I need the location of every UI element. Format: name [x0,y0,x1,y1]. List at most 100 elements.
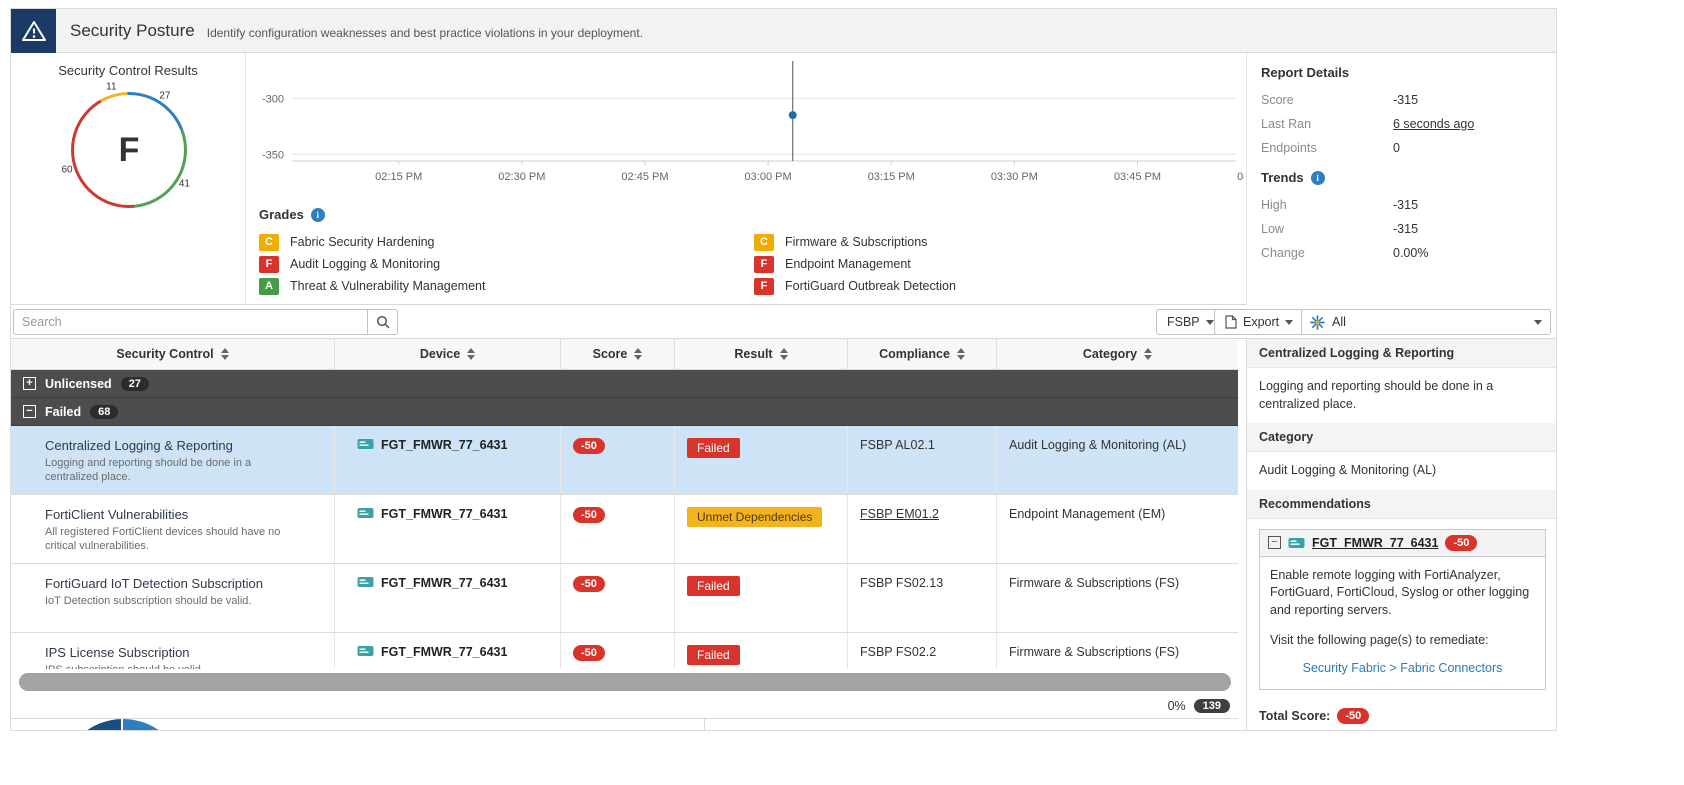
report-details-panel: Report Details Score -315 Last Ran 6 sec… [1246,53,1557,305]
security-controls-table: Security Control Device Score Result Com… [11,339,1238,669]
device-name: FGT_FMWR_77_6431 [381,576,507,590]
grade-donut-chart[interactable]: F 11274160 [54,75,204,225]
table-header: Security Control Device Score Result Com… [11,339,1238,370]
recommendation-card-header[interactable]: FGT_FMWR_77_6431 -50 [1260,530,1545,557]
security-fabric-icon [1310,315,1325,330]
export-dropdown-button[interactable]: Export [1214,309,1304,335]
report-endpoints-row: Endpoints 0 [1261,136,1544,160]
group-name: Failed [45,405,81,419]
search-input[interactable] [13,309,368,335]
total-score-row: Total Score: -50 [1247,702,1557,731]
device-name: FGT_FMWR_77_6431 [381,507,507,521]
details-description: Logging and reporting should be done in … [1247,368,1557,423]
control-title: IPS License Subscription [45,645,322,660]
category-label: Firmware & Subscriptions (FS) [1009,576,1179,590]
grade-item-threat-vulnerability-management: A Threat & Vulnerability Management [259,278,754,295]
scrollbar-thumb[interactable] [19,673,1231,691]
grade-item-firmware-subscriptions: C Firmware & Subscriptions [754,234,1244,251]
score-badge: -50 [573,645,605,661]
endpoints-label: Endpoints [1261,141,1393,155]
device-name: FGT_FMWR_77_6431 [381,438,507,452]
compliance-ref: FSBP FS02.2 [860,645,936,659]
donut-segment-count: 11 [106,82,116,93]
grade-item-fabric-security-hardening: C Fabric Security Hardening [259,234,754,251]
fsbp-label: FSBP [1167,315,1200,329]
control-description: IoT Detection subscription should be val… [45,594,307,608]
details-category-title: Category [1247,423,1557,452]
column-header-compliance[interactable]: Compliance [847,339,996,369]
overall-grade: F [119,131,140,170]
search-button[interactable] [368,309,398,335]
group-name: Unlicensed [45,377,112,391]
donut-segment-count: 41 [179,178,190,189]
export-document-icon [1225,315,1237,329]
score-label: Score [1261,93,1393,107]
result-badge: Failed [687,438,740,458]
toolbar: FSBP Export All [11,305,1556,339]
collapse-icon[interactable] [23,405,36,418]
fabric-filter-dropdown[interactable]: All [1301,309,1551,335]
last-ran-link[interactable]: 6 seconds ago [1393,117,1474,131]
low-value: -315 [1393,222,1418,236]
group-count-badge: 27 [121,377,149,391]
control-title: Centralized Logging & Reporting [45,438,322,453]
table-row-ips-license-subscription[interactable]: IPS License Subscription IPS subscriptio… [11,633,1238,669]
result-badge: Unmet Dependencies [687,507,822,527]
security-posture-app: Security Posture Identify configuration … [10,8,1557,731]
compliance-ref[interactable]: FSBP EM01.2 [860,507,939,521]
remediation-link[interactable]: Security Fabric > Fabric Connectors [1270,660,1535,678]
sort-icon [467,348,475,360]
report-details-title: Report Details [1261,65,1544,80]
control-title: FortiClient Vulnerabilities [45,507,322,522]
donut-segment-count: 27 [159,90,170,101]
trends-change-row: Change 0.00% [1261,241,1544,265]
svg-text:02:45 PM: 02:45 PM [621,171,668,183]
fortigate-device-icon [357,576,374,588]
trend-svg: -300-35002:15 PM02:30 PM02:45 PM03:00 PM… [248,55,1244,190]
total-score-badge: -50 [1337,708,1369,724]
table-row-fortiguard-iot-detection[interactable]: FortiGuard IoT Detection Subscription Io… [11,564,1238,633]
grades-info-icon[interactable] [311,208,325,222]
table-row-forticlient-vulnerabilities[interactable]: FortiClient Vulnerabilities All register… [11,495,1238,564]
fortigate-device-icon [357,645,374,657]
page-header: Security Posture Identify configuration … [11,9,1556,53]
column-header-result[interactable]: Result [674,339,847,369]
column-header-score[interactable]: Score [560,339,674,369]
summary-section: Security Control Results F 11274160 -300… [11,53,1556,305]
grade-badge: C [754,234,774,251]
fabric-filter-value: All [1332,315,1346,329]
trends-high-row: High -315 [1261,193,1544,217]
high-value: -315 [1393,198,1418,212]
column-header-device[interactable]: Device [334,339,560,369]
fortigate-device-icon [1288,537,1305,549]
collapse-icon[interactable] [1268,536,1281,549]
recommendation-device-name[interactable]: FGT_FMWR_77_6431 [1312,536,1438,550]
column-header-category[interactable]: Category [996,339,1238,369]
column-header-security-control[interactable]: Security Control [11,339,334,369]
category-label: Audit Logging & Monitoring (AL) [1009,438,1186,452]
sort-icon [634,348,642,360]
grade-label: Threat & Vulnerability Management [290,279,485,293]
fortigate-device-icon [357,438,374,450]
warning-triangle-icon [21,19,47,43]
grade-label: Fabric Security Hardening [290,235,435,249]
search-group [13,309,398,335]
total-score-label: Total Score: [1259,709,1330,723]
score-trend-chart[interactable]: -300-35002:15 PM02:30 PM02:45 PM03:00 PM… [248,55,1244,210]
trends-info-icon[interactable] [1311,171,1325,185]
total-count-badge: 139 [1194,699,1230,713]
table-row-centralized-logging[interactable]: Centralized Logging & Reporting Logging … [11,426,1238,495]
grade-label: FortiGuard Outbreak Detection [785,279,956,293]
expand-icon[interactable] [23,377,36,390]
grades-section: Grades C Fabric Security Hardening F Aud… [259,207,1244,297]
remediate-label: Visit the following page(s) to remediate… [1270,632,1535,650]
result-badge: Failed [687,645,740,665]
chevron-down-icon [1285,320,1293,325]
svg-text:02:30 PM: 02:30 PM [498,171,545,183]
group-row-failed[interactable]: Failed 68 [11,398,1238,426]
group-row-unlicensed[interactable]: Unlicensed 27 [11,370,1238,398]
svg-text:02:15 PM: 02:15 PM [375,171,422,183]
score-badge: -50 [573,576,605,592]
export-label: Export [1243,315,1279,329]
low-label: Low [1261,222,1393,236]
